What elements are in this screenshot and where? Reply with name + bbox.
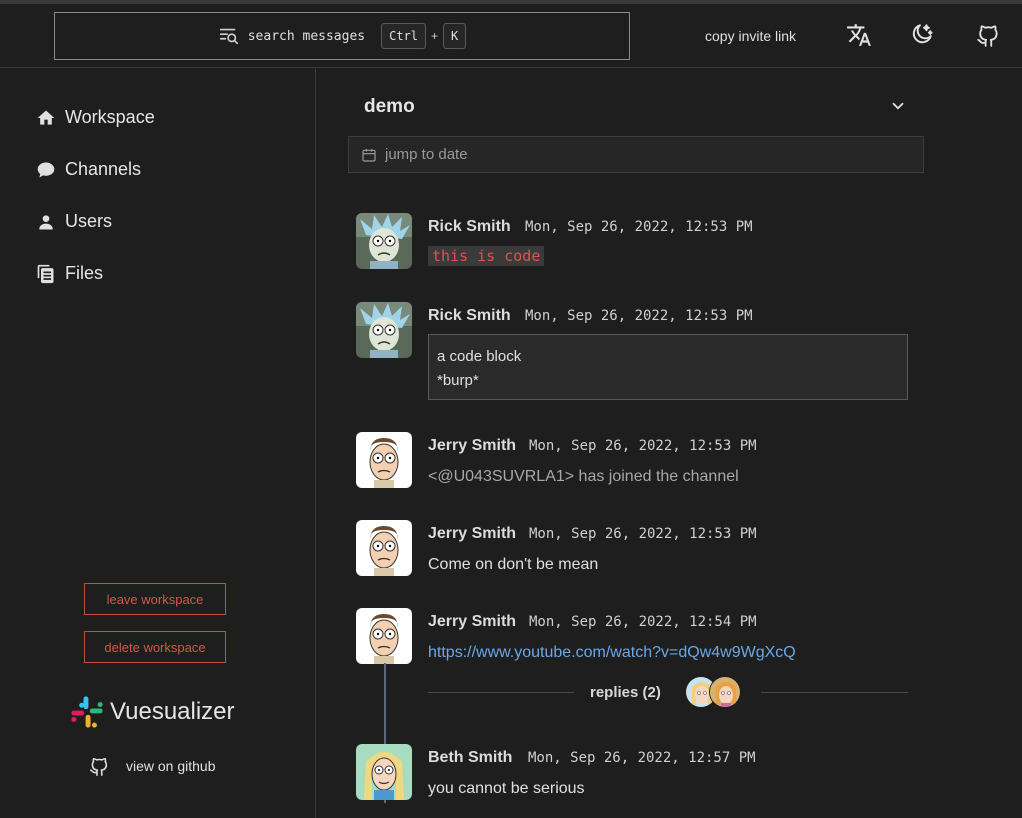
avatar[interactable]: [356, 302, 412, 358]
channel-view: demo Rick Smith Mon, Sep 26, 2022, 12:53…: [317, 69, 1022, 818]
sidebar-item-label: Users: [65, 211, 113, 231]
brand: Vuesualizer: [70, 695, 235, 729]
view-on-github-link[interactable]: view on github: [88, 755, 216, 777]
message-body: <@U043SUVRLA1> has joined the channel: [428, 468, 739, 485]
code-block: a code block *burp*: [428, 334, 908, 400]
channel-title: demo: [364, 96, 415, 117]
view-on-github-label: view on github: [126, 758, 216, 774]
chat-bubble-icon: [37, 162, 55, 177]
message-author[interactable]: Jerry Smith: [428, 613, 516, 631]
sidebar-item-channels[interactable]: Channels: [36, 159, 141, 180]
reply-avatar[interactable]: [709, 676, 741, 708]
replies-button[interactable]: replies (2): [590, 684, 661, 701]
message-author[interactable]: Jerry Smith: [428, 525, 516, 543]
sidebar-item-label: Files: [65, 263, 104, 283]
chevron-down-icon[interactable]: [889, 97, 907, 115]
copy-invite-link-button[interactable]: copy invite link: [705, 28, 796, 44]
home-icon: [37, 110, 55, 125]
shortcut-plus: +: [431, 29, 439, 43]
shortcut-key-ctrl: Ctrl: [381, 23, 427, 49]
message-timestamp: Mon, Sep 26, 2022, 12:54 PM: [529, 614, 757, 630]
sidebar: Workspace Channels Users Files leave wor…: [0, 69, 316, 818]
message-timestamp: Mon, Sep 26, 2022, 12:57 PM: [528, 750, 756, 766]
message-item: Beth Smith Mon, Sep 26, 2022, 12:57 PM y…: [356, 744, 916, 804]
search-messages-button[interactable]: search messages Ctrl + K: [54, 12, 630, 60]
message-body: this is code: [428, 246, 545, 266]
avatar[interactable]: [356, 432, 412, 488]
slack-logo-icon: [71, 696, 103, 728]
avatar[interactable]: [356, 744, 412, 800]
thread-replies: replies (2): [428, 676, 908, 710]
message-timestamp: Mon, Sep 26, 2022, 12:53 PM: [525, 308, 753, 324]
message-item: Rick Smith Mon, Sep 26, 2022, 12:53 PM t…: [356, 213, 916, 273]
search-label: search messages: [247, 28, 366, 44]
shortcut-key-k: K: [443, 23, 467, 49]
sidebar-item-workspace[interactable]: Workspace: [36, 107, 155, 128]
files-icon: [37, 264, 54, 283]
message-timestamp: Mon, Sep 26, 2022, 12:53 PM: [529, 438, 757, 454]
divider: [428, 692, 574, 693]
calendar-icon: [362, 148, 376, 162]
message-body: you cannot be serious: [428, 780, 585, 797]
app-header: search messages Ctrl + K copy invite lin…: [0, 4, 1022, 68]
message-body: Come on don't be mean: [428, 556, 599, 573]
sidebar-item-files[interactable]: Files: [36, 263, 103, 284]
github-icon: [89, 757, 108, 776]
sidebar-item-label: Workspace: [65, 107, 155, 127]
divider: [761, 692, 908, 693]
message-item: Rick Smith Mon, Sep 26, 2022, 12:53 PM a…: [356, 302, 916, 402]
message-author[interactable]: Rick Smith: [428, 218, 511, 236]
sidebar-item-users[interactable]: Users: [36, 211, 112, 232]
leave-workspace-button[interactable]: leave workspace: [84, 583, 226, 615]
user-icon: [39, 214, 53, 229]
moon-stars-icon[interactable]: [908, 22, 934, 48]
github-icon[interactable]: [975, 22, 1001, 48]
message-item: Jerry Smith Mon, Sep 26, 2022, 12:54 PM …: [356, 608, 916, 668]
message-author[interactable]: Rick Smith: [428, 307, 511, 325]
message-author[interactable]: Jerry Smith: [428, 437, 516, 455]
avatar[interactable]: [356, 213, 412, 269]
delete-workspace-button[interactable]: delete workspace: [84, 631, 226, 663]
message-item: Jerry Smith Mon, Sep 26, 2022, 12:53 PM …: [356, 432, 916, 492]
message-timestamp: Mon, Sep 26, 2022, 12:53 PM: [529, 526, 757, 542]
search-list-icon: [219, 28, 238, 45]
jump-to-date-input[interactable]: [385, 146, 885, 163]
message-item: Jerry Smith Mon, Sep 26, 2022, 12:53 PM …: [356, 520, 916, 580]
translate-icon[interactable]: [846, 22, 872, 48]
inline-code: this is code: [428, 246, 545, 266]
message-timestamp: Mon, Sep 26, 2022, 12:53 PM: [525, 219, 753, 235]
avatar[interactable]: [356, 608, 412, 664]
message-author[interactable]: Beth Smith: [428, 749, 512, 767]
avatar[interactable]: [356, 520, 412, 576]
brand-name: Vuesualizer: [110, 698, 235, 725]
message-link[interactable]: https://www.youtube.com/watch?v=dQw4w9Wg…: [428, 644, 796, 662]
sidebar-item-label: Channels: [65, 159, 142, 179]
jump-to-date-field[interactable]: [348, 136, 924, 173]
